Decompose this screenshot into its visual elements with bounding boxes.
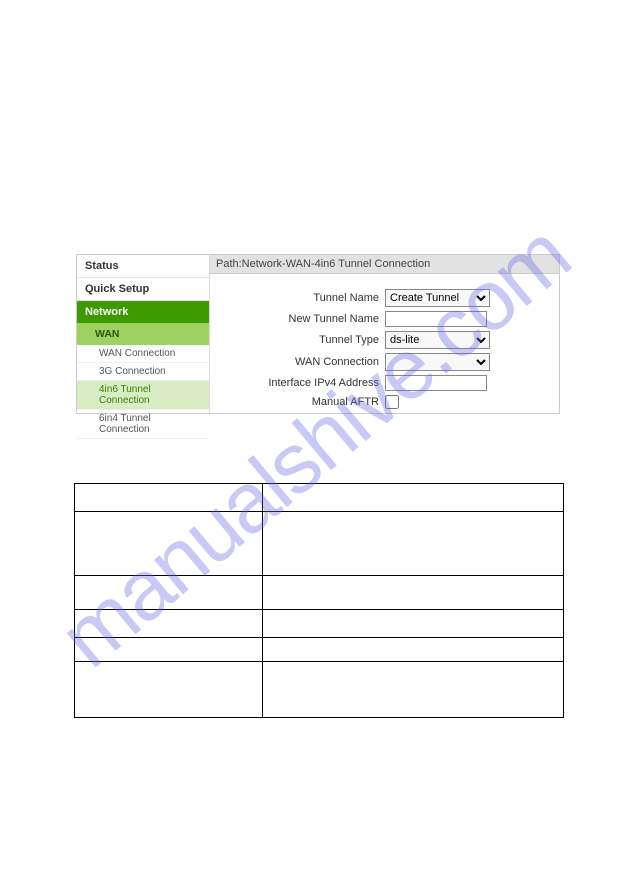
tunnel-type-select[interactable]: ds-lite: [385, 331, 490, 349]
interface-ipv4-input[interactable]: [385, 375, 487, 391]
table-cell: [75, 576, 263, 610]
table-cell: [75, 512, 263, 576]
table-cell: [262, 662, 563, 718]
table-cell: [75, 484, 263, 512]
nav-3g-connection[interactable]: 3G Connection: [77, 363, 209, 381]
tunnel-name-label: Tunnel Name: [230, 292, 385, 304]
manual-aftr-label: Manual AFTR: [230, 396, 385, 408]
nav-network[interactable]: Network: [77, 301, 209, 323]
router-screenshot: Status Quick Setup Network WAN WAN Conne…: [76, 254, 560, 414]
nav-4in6-tunnel[interactable]: 4in6 Tunnel Connection: [77, 381, 209, 410]
content-area: Path:Network-WAN-4in6 Tunnel Connection …: [210, 255, 559, 413]
new-tunnel-name-input[interactable]: [385, 311, 487, 327]
table-cell: [262, 484, 563, 512]
form-area: Tunnel Name Create Tunnel New Tunnel Nam…: [210, 274, 559, 418]
manual-aftr-checkbox[interactable]: [385, 395, 399, 409]
breadcrumb: Path:Network-WAN-4in6 Tunnel Connection: [210, 255, 559, 274]
table-cell: [75, 610, 263, 638]
interface-ipv4-label: Interface IPv4 Address: [230, 377, 385, 389]
table-cell: [262, 610, 563, 638]
parameter-table: [74, 483, 564, 718]
nav-6in4-tunnel[interactable]: 6in4 Tunnel Connection: [77, 410, 209, 439]
table-cell: [262, 638, 563, 662]
tunnel-type-label: Tunnel Type: [230, 334, 385, 346]
wan-connection-select[interactable]: [385, 353, 490, 371]
table-cell: [262, 576, 563, 610]
nav-status[interactable]: Status: [77, 255, 209, 278]
nav-wan-connection[interactable]: WAN Connection: [77, 345, 209, 363]
new-tunnel-name-label: New Tunnel Name: [230, 313, 385, 325]
sidebar: Status Quick Setup Network WAN WAN Conne…: [77, 255, 210, 413]
tunnel-name-select[interactable]: Create Tunnel: [385, 289, 490, 307]
wan-connection-label: WAN Connection: [230, 356, 385, 368]
nav-wan[interactable]: WAN: [77, 323, 209, 345]
table-cell: [75, 638, 263, 662]
table-cell: [75, 662, 263, 718]
table-cell: [262, 512, 563, 576]
nav-quick-setup[interactable]: Quick Setup: [77, 278, 209, 301]
